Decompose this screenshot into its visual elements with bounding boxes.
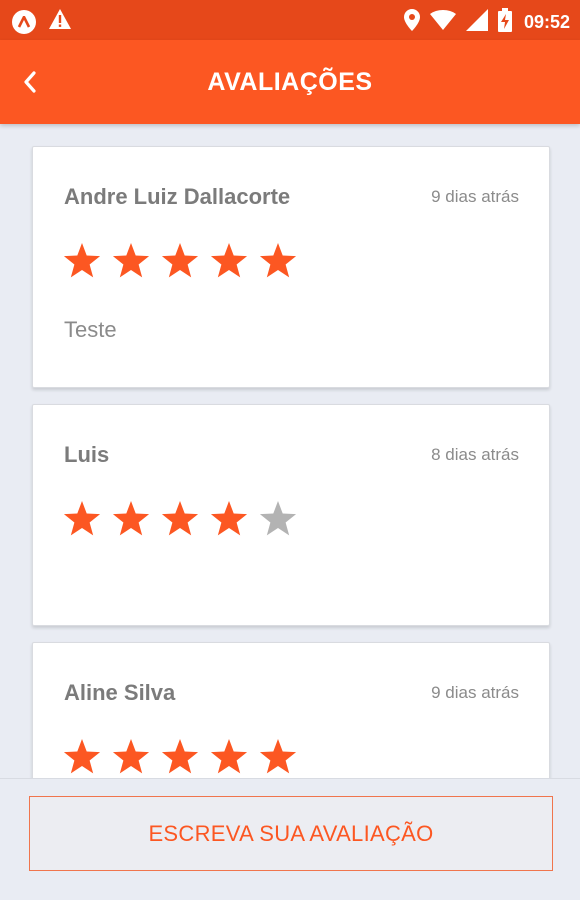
review-comment: Teste — [64, 317, 117, 342]
review-card: Luis 8 dias atrás — [32, 404, 550, 626]
reviewer-name: Andre Luiz Dallacorte — [64, 184, 291, 209]
battery-charging-icon — [497, 8, 512, 37]
review-time: 9 dias atrás — [431, 683, 519, 702]
star-filled-icon — [112, 739, 150, 774]
status-time: 09:52 — [523, 12, 570, 32]
star-rating — [62, 241, 298, 281]
star-filled-icon — [63, 739, 101, 774]
wifi-icon — [429, 10, 456, 35]
review-time: 8 dias atrás — [431, 445, 519, 464]
star-filled-icon — [161, 739, 199, 774]
star-filled-icon — [112, 243, 150, 278]
star-filled-icon — [112, 501, 150, 536]
star-filled-icon — [210, 739, 248, 774]
review-card: Aline Silva 9 dias atrás — [32, 642, 550, 778]
location-icon — [403, 9, 420, 36]
review-time: 9 dias atrás — [431, 187, 519, 206]
reviewer-name: Luis — [64, 442, 110, 467]
write-review-button[interactable]: ESCREVA SUA AVALIAÇÃO — [29, 796, 553, 871]
app-bar: AVALIAÇÕES — [0, 40, 580, 124]
app-notification-icon — [12, 9, 36, 34]
review-card: Andre Luiz Dallacorte 9 dias atrás Teste — [32, 146, 550, 388]
signal-icon — [465, 9, 488, 36]
star-filled-icon — [63, 243, 101, 278]
reviewer-name: Aline Silva — [64, 680, 176, 705]
star-filled-icon — [210, 501, 248, 536]
star-filled-icon — [259, 739, 297, 774]
star-filled-icon — [161, 243, 199, 278]
star-rating — [62, 737, 298, 777]
status-bar: 09:52 — [0, 0, 580, 40]
page-title: AVALIAÇÕES — [207, 68, 373, 96]
footer: ESCREVA SUA AVALIAÇÃO — [0, 778, 580, 900]
star-rating — [62, 499, 298, 539]
warning-icon — [48, 8, 72, 35]
star-filled-icon — [259, 243, 297, 278]
star-filled-icon — [63, 501, 101, 536]
star-filled-icon — [210, 243, 248, 278]
reviews-list[interactable]: Andre Luiz Dallacorte 9 dias atrás Teste… — [0, 124, 580, 778]
star-empty-icon — [259, 501, 297, 536]
star-filled-icon — [161, 501, 199, 536]
